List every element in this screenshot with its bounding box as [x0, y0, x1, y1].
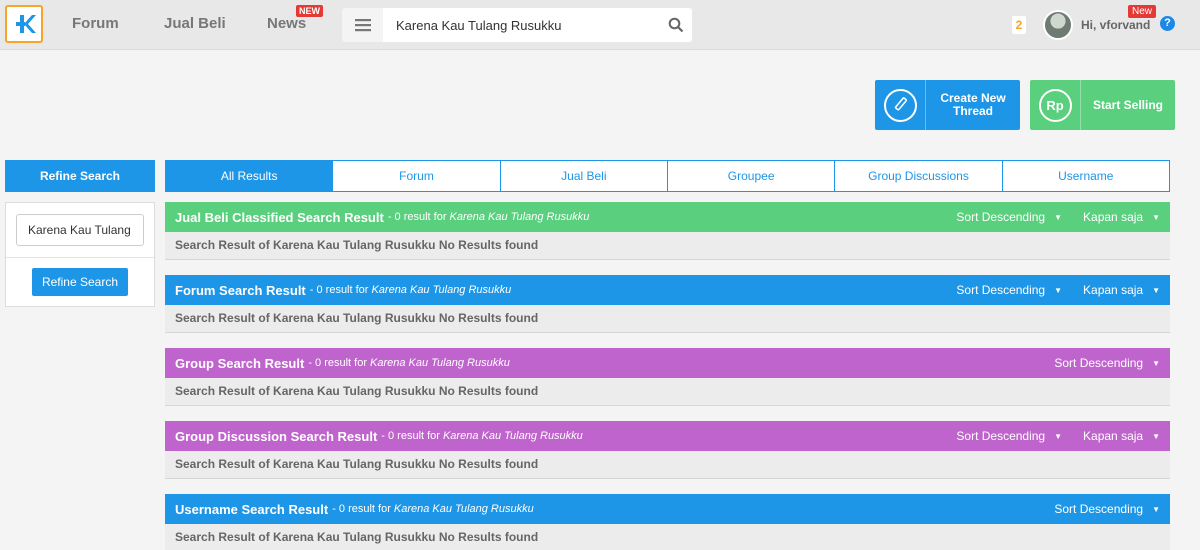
top-navbar: Forum Jual Beli News NEW 2 Hi, vforvand …: [0, 0, 1200, 50]
sort-dropdown[interactable]: Sort Descending ▼: [956, 283, 1062, 297]
tab-forum[interactable]: Forum: [333, 160, 501, 192]
nav-news[interactable]: News: [267, 15, 306, 32]
caret-down-icon: ▼: [1152, 358, 1160, 368]
nav-jual-beli[interactable]: Jual Beli: [164, 15, 226, 32]
sort-label: Sort Descending: [956, 283, 1046, 297]
create-new-thread-label: Create New Thread: [940, 91, 1006, 118]
rupiah-symbol: Rp: [1038, 88, 1072, 122]
section-title: Forum Search Result: [175, 282, 306, 298]
search-icon[interactable]: [668, 17, 684, 33]
sort-dropdown[interactable]: Sort Descending ▼: [1054, 356, 1160, 370]
section-header: Jual Beli Classified Search Result - 0 r…: [165, 202, 1170, 232]
sort-label: Sort Descending: [1054, 502, 1144, 516]
section-body: Search Result of Karena Kau Tulang Rusuk…: [165, 451, 1170, 479]
tab-all-results[interactable]: All Results: [165, 160, 334, 192]
section-controls: Sort Descending ▼: [1033, 502, 1160, 516]
search-input[interactable]: [383, 8, 692, 42]
tab-group-discussions[interactable]: Group Discussions: [835, 160, 1003, 192]
section-query: Karena Kau Tulang Rusukku: [370, 357, 510, 369]
section-query: Karena Kau Tulang Rusukku: [371, 284, 512, 296]
section-count: - 0 result for: [309, 284, 369, 296]
section-count: - 0 result for: [387, 211, 447, 223]
nav-forum[interactable]: Forum: [72, 15, 119, 32]
section-header: Username Search Result - 0 result for Ka…: [165, 494, 1170, 524]
user-new-badge: New: [1128, 5, 1157, 18]
section-header: Forum Search Result - 0 result for Karen…: [165, 275, 1170, 305]
time-dropdown[interactable]: Kapan saja ▼: [1083, 210, 1160, 224]
forum-result-section: Forum Search Result - 0 result for Karen…: [165, 275, 1170, 333]
hamburger-menu-icon[interactable]: [342, 8, 383, 42]
caret-down-icon: ▼: [1152, 285, 1160, 295]
section-controls: Sort Descending ▼ Kapan saja ▼: [935, 283, 1160, 297]
section-title: Group Discussion Search Result: [175, 428, 378, 444]
section-count: - 0 result for: [381, 430, 440, 442]
notification-count-badge[interactable]: 2: [1012, 16, 1026, 34]
caret-down-icon: ▼: [1054, 431, 1063, 441]
refine-search-input[interactable]: [16, 214, 144, 246]
sort-label: Sort Descending: [956, 210, 1046, 224]
sort-dropdown[interactable]: Sort Descending ▼: [956, 429, 1062, 443]
section-body: Search Result of Karena Kau Tulang Rusuk…: [165, 305, 1170, 333]
time-label: Kapan saja: [1083, 210, 1144, 224]
section-controls: Sort Descending ▼: [1033, 356, 1160, 370]
kaskus-logo-icon[interactable]: [5, 5, 43, 43]
result-tabs: All Results Forum Jual Beli Groupee Grou…: [165, 160, 1170, 192]
section-query: Karena Kau Tulang Rusukku: [449, 211, 590, 223]
help-icon[interactable]: ?: [1160, 16, 1175, 31]
refine-search-heading: Refine Search: [5, 160, 155, 192]
news-new-badge: NEW: [296, 5, 323, 17]
section-count: - 0 result for: [332, 503, 391, 515]
section-query: Karena Kau Tulang Rusukku: [393, 503, 534, 515]
section-title: Username Search Result: [175, 501, 329, 517]
group-discussion-result-section: Group Discussion Search Result - 0 resul…: [165, 421, 1170, 479]
time-dropdown[interactable]: Kapan saja ▼: [1083, 429, 1160, 443]
start-selling-label: Start Selling: [1092, 97, 1163, 112]
caret-down-icon: ▼: [1054, 285, 1063, 295]
refine-search-button[interactable]: Refine Search: [32, 268, 128, 296]
section-query: Karena Kau Tulang Rusukku: [442, 430, 583, 442]
caret-down-icon: ▼: [1152, 212, 1160, 222]
caret-down-icon: ▼: [1152, 431, 1160, 441]
caret-down-icon: ▼: [1054, 212, 1063, 222]
time-label: Kapan saja: [1083, 283, 1144, 297]
pencil-icon: [875, 80, 926, 130]
section-body: Search Result of Karena Kau Tulang Rusuk…: [165, 378, 1170, 406]
search-bar: [342, 8, 692, 42]
tab-jual-beli[interactable]: Jual Beli: [500, 160, 668, 192]
tab-groupee[interactable]: Groupee: [667, 160, 836, 192]
time-label: Kapan saja: [1083, 429, 1144, 443]
section-header: Group Discussion Search Result - 0 resul…: [165, 421, 1170, 451]
sort-label: Sort Descending: [956, 429, 1046, 443]
time-dropdown[interactable]: Kapan saja ▼: [1083, 283, 1160, 297]
section-title: Jual Beli Classified Search Result: [175, 209, 384, 225]
rupiah-icon: Rp: [1030, 80, 1081, 130]
section-body: Search Result of Karena Kau Tulang Rusuk…: [165, 524, 1170, 550]
refine-divider: [6, 257, 154, 258]
section-title: Group Search Result: [175, 355, 305, 371]
section-controls: Sort Descending ▼ Kapan saja ▼: [935, 429, 1160, 443]
create-new-thread-button[interactable]: Create New Thread: [875, 80, 1020, 130]
user-avatar[interactable]: [1043, 10, 1073, 40]
start-selling-button[interactable]: Rp Start Selling: [1030, 80, 1175, 130]
sort-dropdown[interactable]: Sort Descending ▼: [956, 210, 1062, 224]
refine-search-panel: Refine Search: [5, 202, 155, 307]
username-result-section: Username Search Result - 0 result for Ka…: [165, 494, 1170, 550]
section-controls: Sort Descending ▼ Kapan saja ▼: [935, 210, 1160, 224]
sort-label: Sort Descending: [1054, 356, 1144, 370]
group-result-section: Group Search Result - 0 result for Karen…: [165, 348, 1170, 406]
sort-dropdown[interactable]: Sort Descending ▼: [1054, 502, 1160, 516]
section-header: Group Search Result - 0 result for Karen…: [165, 348, 1170, 378]
tab-username[interactable]: Username: [1002, 160, 1170, 192]
user-greeting[interactable]: Hi, vforvand: [1081, 18, 1150, 32]
section-body: Search Result of Karena Kau Tulang Rusuk…: [165, 232, 1170, 260]
section-count: - 0 result for: [308, 357, 367, 369]
jual-beli-result-section: Jual Beli Classified Search Result - 0 r…: [165, 202, 1170, 260]
caret-down-icon: ▼: [1152, 504, 1160, 514]
